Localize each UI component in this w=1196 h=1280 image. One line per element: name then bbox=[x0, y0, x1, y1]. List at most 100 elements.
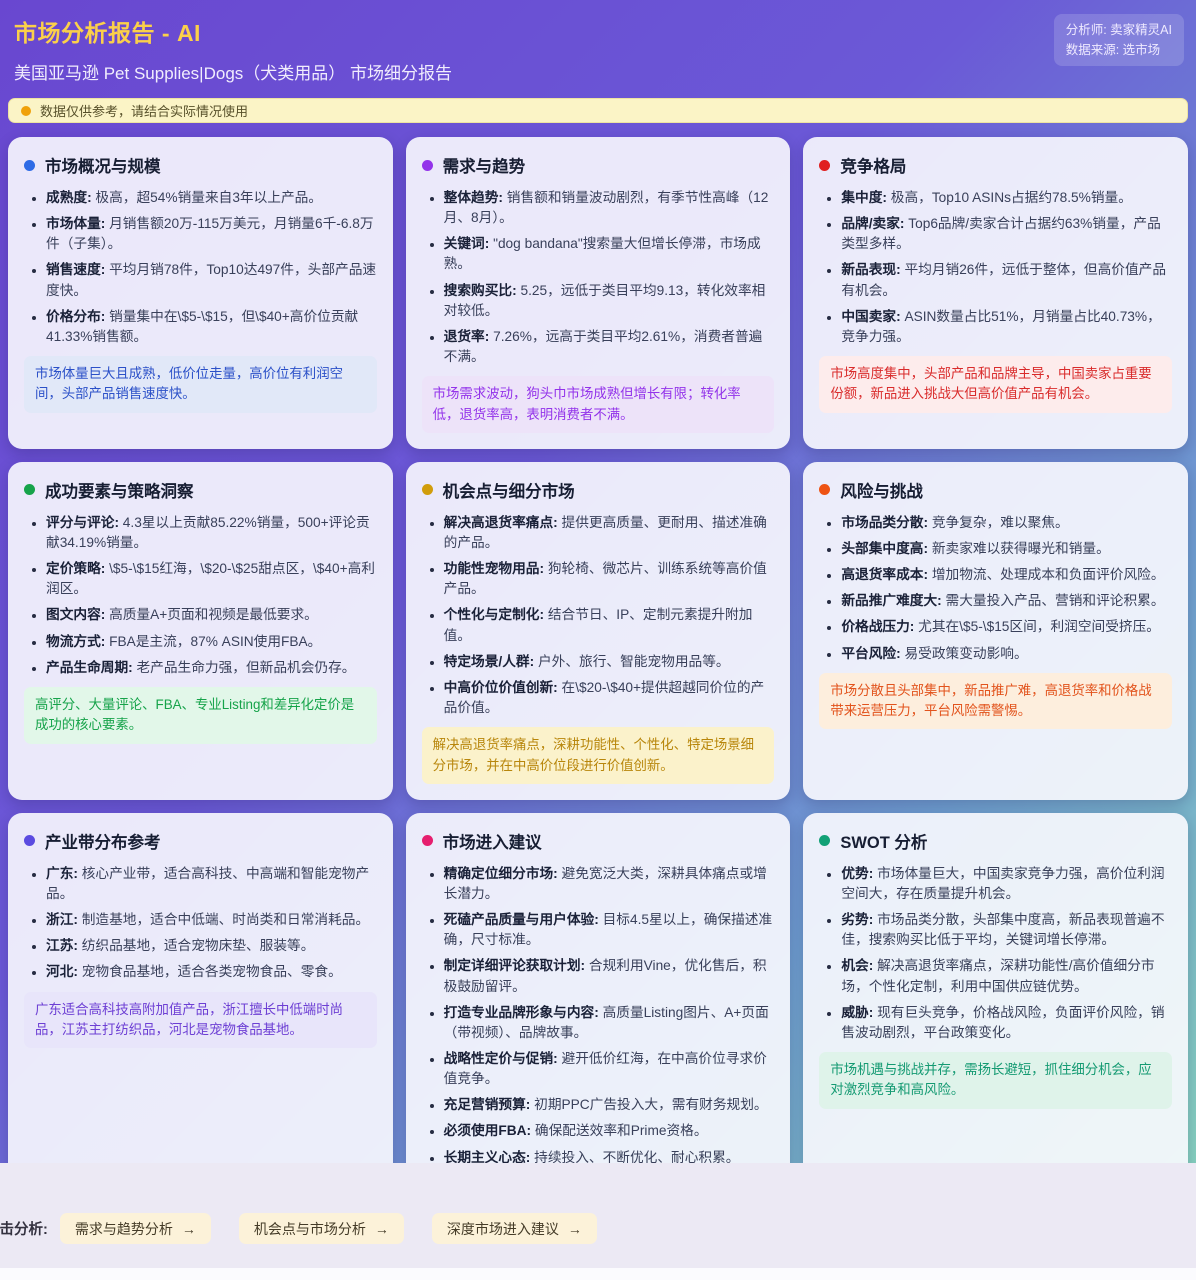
bullet-item: 劣势: 市场品类分散，头部集中度高，新品表现普遍不佳，搜索购买比低于平均，关键词… bbox=[841, 910, 1172, 950]
card-success-factors: 成功要素与策略洞察评分与评论: 4.3星以上贡献85.22%销量，500+评论贡… bbox=[8, 462, 393, 800]
bullet-item: 死磕产品质量与用户体验: 目标4.5星以上，确保描述准确，尺寸标准。 bbox=[444, 910, 775, 950]
card-dot-icon bbox=[819, 160, 830, 171]
card-title-text: 风险与挑战 bbox=[840, 478, 923, 502]
header-left: 市场分析报告 - AI 美国亚马逊 Pet Supplies|Dogs（犬类用品… bbox=[14, 14, 452, 84]
card-entry-advice: 市场进入建议精确定位细分市场: 避免宽泛大类，深耕具体痛点或增长潜力。死磕产品质… bbox=[406, 813, 791, 1163]
card-bullets: 集中度: 极高，Top10 ASINs占据约78.5%销量。品牌/卖家: Top… bbox=[819, 188, 1172, 347]
card-title: 竞争格局 bbox=[819, 153, 1172, 177]
bullet-item: 特定场景/人群: 户外、旅行、智能宠物用品等。 bbox=[444, 652, 775, 672]
bullet-item: 成熟度: 极高，超54%销量来自3年以上产品。 bbox=[46, 188, 377, 208]
bullet-item: 整体趋势: 销售额和销量波动剧烈，有季节性高峰（12月、8月）。 bbox=[444, 188, 775, 228]
action-bar-inner: 点击分析: 需求与趋势分析→机会点与市场分析→深度市场进入建议→ bbox=[0, 1213, 1196, 1244]
card-title: SWOT 分析 bbox=[819, 829, 1172, 853]
bullet-item: 搜索购买比: 5.25，远低于类目平均9.13，转化效率相对较低。 bbox=[444, 281, 775, 321]
bullet-item: 个性化与定制化: 结合节日、IP、定制元素提升附加值。 bbox=[444, 605, 775, 645]
action-button-label: 机会点与市场分析 bbox=[254, 1219, 366, 1239]
arrow-right-icon: → bbox=[568, 1221, 582, 1237]
card-title: 市场进入建议 bbox=[422, 829, 775, 853]
bullet-item: 充足营销预算: 初期PPC广告投入大，需有财务规划。 bbox=[444, 1095, 775, 1115]
card-dot-icon bbox=[422, 835, 433, 846]
card-demand-trends: 需求与趋势整体趋势: 销售额和销量波动剧烈，有季节性高峰（12月、8月）。关键词… bbox=[406, 137, 791, 449]
bullet-item: 退货率: 7.26%，远高于类目平均2.61%，消费者普遍不满。 bbox=[444, 327, 775, 367]
bullet-item: 机会: 解决高退货率痛点，深耕功能性/高价值细分市场，个性化定制，利用中国供应链… bbox=[841, 956, 1172, 996]
opportunity-market-analysis-button[interactable]: 机会点与市场分析→ bbox=[239, 1213, 404, 1244]
card-summary-highlight: 高评分、大量评论、FBA、专业Listing和差异化定价是成功的核心要素。 bbox=[24, 687, 377, 744]
card-title-text: 市场进入建议 bbox=[443, 829, 542, 853]
card-bullets: 解决高退货率痛点: 提供更高质量、更耐用、描述准确的产品。功能性宠物用品: 狗轮… bbox=[422, 513, 775, 718]
card-dot-icon bbox=[819, 835, 830, 846]
card-opportunities: 机会点与细分市场解决高退货率痛点: 提供更高质量、更耐用、描述准确的产品。功能性… bbox=[406, 462, 791, 800]
card-summary-highlight: 市场需求波动，狗头巾市场成熟但增长有限；转化率低，退货率高，表明消费者不满。 bbox=[422, 376, 775, 433]
card-competition: 竞争格局集中度: 极高，Top10 ASINs占据约78.5%销量。品牌/卖家:… bbox=[803, 137, 1188, 449]
disclaimer-text: 数据仅供参考，请结合实际情况使用 bbox=[40, 101, 248, 120]
bullet-item: 销售速度: 平均月销78件，Top10达497件，头部产品速度快。 bbox=[46, 260, 377, 300]
report-page: 市场分析报告 - AI 美国亚马逊 Pet Supplies|Dogs（犬类用品… bbox=[0, 0, 1196, 1163]
action-button-label: 需求与趋势分析 bbox=[75, 1219, 173, 1239]
card-summary-highlight: 市场高度集中，头部产品和品牌主导，中国卖家占重要份额，新品进入挑战大但高价值产品… bbox=[819, 356, 1172, 413]
card-title: 成功要素与策略洞察 bbox=[24, 478, 377, 502]
card-industrial-belts: 产业带分布参考广东: 核心产业带，适合高科技、中高端和智能宠物产品。浙江: 制造… bbox=[8, 813, 393, 1163]
bullet-item: 图文内容: 高质量A+页面和视频是最低要求。 bbox=[46, 605, 377, 625]
bullet-item: 关键词: "dog bandana"搜索量大但增长停滞，市场成熟。 bbox=[444, 234, 775, 274]
card-title-text: 成功要素与策略洞察 bbox=[45, 478, 194, 502]
card-bullets: 优势: 市场体量巨大，中国卖家竞争力强，高价位利润空间大，存在质量提升机会。劣势… bbox=[819, 864, 1172, 1043]
card-title: 风险与挑战 bbox=[819, 478, 1172, 502]
bullet-item: 威胁: 现有巨头竞争，价格战风险，负面评价风险，销售波动剧烈，平台政策变化。 bbox=[841, 1003, 1172, 1043]
bullet-item: 制定详细评论获取计划: 合规利用Vine，优化售后，积极鼓励留评。 bbox=[444, 956, 775, 996]
data-source-label: 数据来源: 选市场 bbox=[1066, 40, 1172, 60]
card-bullets: 整体趋势: 销售额和销量波动剧烈，有季节性高峰（12月、8月）。关键词: "do… bbox=[422, 188, 775, 367]
bullet-item: 新品推广难度大: 需大量投入产品、营销和评论积累。 bbox=[841, 591, 1172, 611]
page-subtitle: 美国亚马逊 Pet Supplies|Dogs（犬类用品） 市场细分报告 bbox=[14, 59, 452, 84]
card-summary-highlight: 广东适合高科技高附加值产品，浙江擅长中低端时尚品，江苏主打纺织品，河北是宠物食品… bbox=[24, 992, 377, 1049]
card-dot-icon bbox=[422, 160, 433, 171]
bullet-item: 必须使用FBA: 确保配送效率和Prime资格。 bbox=[444, 1121, 775, 1141]
bullet-item: 物流方式: FBA是主流，87% ASIN使用FBA。 bbox=[46, 632, 377, 652]
bullet-item: 高退货率成本: 增加物流、处理成本和负面评价风险。 bbox=[841, 565, 1172, 585]
demand-trends-analysis-button[interactable]: 需求与趋势分析→ bbox=[60, 1213, 211, 1244]
disclaimer-banner: 数据仅供参考，请结合实际情况使用 bbox=[8, 98, 1188, 123]
bullet-item: 江苏: 纺织品基地，适合宠物床垫、服装等。 bbox=[46, 936, 377, 956]
bullet-item: 定价策略: \$5-\$15红海，\$20-\$25甜点区，\$40+高利润区。 bbox=[46, 559, 377, 599]
bullet-item: 中国卖家: ASIN数量占比51%，月销量占比40.73%，竞争力强。 bbox=[841, 307, 1172, 347]
card-bullets: 精确定位细分市场: 避免宽泛大类，深耕具体痛点或增长潜力。死磕产品质量与用户体验… bbox=[422, 864, 775, 1163]
card-summary-highlight: 解决高退货率痛点，深耕功能性、个性化、特定场景细分市场，并在中高价位段进行价值创… bbox=[422, 727, 775, 784]
card-title: 产业带分布参考 bbox=[24, 829, 377, 853]
bullet-item: 解决高退货率痛点: 提供更高质量、更耐用、描述准确的产品。 bbox=[444, 513, 775, 553]
bullet-item: 中高价位价值创新: 在\$20-\$40+提供超越同价位的产品价值。 bbox=[444, 678, 775, 718]
report-meta-box: 分析师: 卖家精灵AI 数据来源: 选市场 bbox=[1054, 14, 1184, 66]
bullet-item: 新品表现: 平均月销26件，远低于整体，但高价值产品有机会。 bbox=[841, 260, 1172, 300]
bullet-item: 价格战压力: 尤其在\$5-\$15区间，利润空间受挤压。 bbox=[841, 617, 1172, 637]
card-dot-icon bbox=[819, 484, 830, 495]
bullet-item: 优势: 市场体量巨大，中国卖家竞争力强，高价位利润空间大，存在质量提升机会。 bbox=[841, 864, 1172, 904]
cards-grid: 市场概况与规模成熟度: 极高，超54%销量来自3年以上产品。市场体量: 月销售额… bbox=[8, 137, 1188, 1163]
bullet-item: 价格分布: 销量集中在\$5-\$15，但\$40+高价位贡献41.33%销售额… bbox=[46, 307, 377, 347]
bullet-item: 战略性定价与促销: 避开低价红海，在中高价位寻求价值竞争。 bbox=[444, 1049, 775, 1089]
bullet-item: 打造专业品牌形象与内容: 高质量Listing图片、A+页面（带视频）、品牌故事… bbox=[444, 1003, 775, 1043]
deep-market-entry-advice-button[interactable]: 深度市场进入建议→ bbox=[432, 1213, 597, 1244]
card-title: 机会点与细分市场 bbox=[422, 478, 775, 502]
card-bullets: 评分与评论: 4.3星以上贡献85.22%销量，500+评论贡献34.19%销量… bbox=[24, 513, 377, 678]
card-bullets: 广东: 核心产业带，适合高科技、中高端和智能宠物产品。浙江: 制造基地，适合中低… bbox=[24, 864, 377, 983]
bottom-strip bbox=[0, 1268, 1196, 1280]
analyst-label: 分析师: 卖家精灵AI bbox=[1066, 20, 1172, 40]
bullet-item: 集中度: 极高，Top10 ASINs占据约78.5%销量。 bbox=[841, 188, 1172, 208]
card-dot-icon bbox=[24, 484, 35, 495]
page-title: 市场分析报告 - AI bbox=[14, 14, 452, 48]
card-summary-highlight: 市场体量巨大且成熟，低价位走量，高价位有利润空间，头部产品销售速度快。 bbox=[24, 356, 377, 413]
card-dot-icon bbox=[422, 484, 433, 495]
card-title-text: 机会点与细分市场 bbox=[443, 478, 575, 502]
action-bar-label: 点击分析: bbox=[0, 1218, 48, 1239]
bullet-item: 功能性宠物用品: 狗轮椅、微芯片、训练系统等高价值产品。 bbox=[444, 559, 775, 599]
bullet-item: 精确定位细分市场: 避免宽泛大类，深耕具体痛点或增长潜力。 bbox=[444, 864, 775, 904]
bullet-item: 市场体量: 月销售额20万-115万美元，月销量6千-6.8万件（子集）。 bbox=[46, 214, 377, 254]
bullet-item: 评分与评论: 4.3星以上贡献85.22%销量，500+评论贡献34.19%销量… bbox=[46, 513, 377, 553]
card-dot-icon bbox=[24, 160, 35, 171]
card-summary-highlight: 市场分散且头部集中，新品推广难，高退货率和价格战带来运营压力，平台风险需警惕。 bbox=[819, 673, 1172, 730]
bullet-item: 长期主义心态: 持续投入、不断优化、耐心积累。 bbox=[444, 1148, 775, 1163]
card-title-text: 市场概况与规模 bbox=[45, 153, 161, 177]
card-bullets: 市场品类分散: 竞争复杂，难以聚焦。头部集中度高: 新卖家难以获得曝光和销量。高… bbox=[819, 513, 1172, 664]
card-market-overview: 市场概况与规模成熟度: 极高，超54%销量来自3年以上产品。市场体量: 月销售额… bbox=[8, 137, 393, 449]
report-header: 市场分析报告 - AI 美国亚马逊 Pet Supplies|Dogs（犬类用品… bbox=[8, 10, 1188, 84]
card-title-text: SWOT 分析 bbox=[840, 829, 927, 853]
card-bullets: 成熟度: 极高，超54%销量来自3年以上产品。市场体量: 月销售额20万-115… bbox=[24, 188, 377, 347]
